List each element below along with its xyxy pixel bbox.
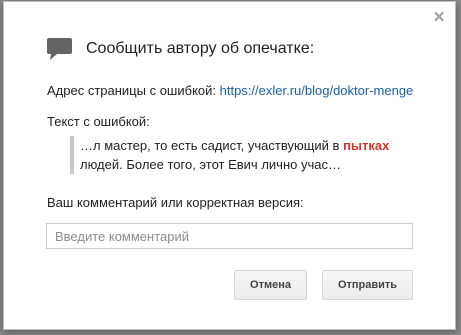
page-url-label: Адрес страницы с ошибкой: — [47, 83, 216, 98]
error-text-label: Текст с ошибкой: — [47, 114, 150, 129]
page-url-row: Адрес страницы с ошибкой: https://exler.… — [47, 83, 417, 98]
speech-bubble-icon — [47, 38, 72, 60]
dialog-header: Сообщить автору об опечатке: — [46, 36, 314, 62]
send-button[interactable]: Отправить — [322, 270, 413, 300]
comment-label: Ваш комментарий или корректная версия: — [47, 195, 304, 210]
typo-report-dialog: × Сообщить автору об опечатке: Адрес стр… — [3, 1, 456, 330]
page-url-link[interactable]: https://exler.ru/blog/doktor-menge — [220, 83, 414, 98]
dialog-title: Сообщить автору об опечатке: — [86, 40, 315, 57]
quote-highlight: пытках — [343, 138, 390, 153]
comment-input[interactable] — [46, 223, 413, 249]
error-text-quote: …л мастер, то есть садист, участвующий в… — [70, 136, 400, 174]
cancel-button[interactable]: Отмена — [234, 270, 307, 300]
quote-before: …л мастер, то есть садист, участвующий в — [80, 138, 344, 153]
close-icon[interactable]: × — [431, 8, 447, 27]
quote-after: людей. Более того, этот Евич лично учас… — [80, 157, 341, 172]
